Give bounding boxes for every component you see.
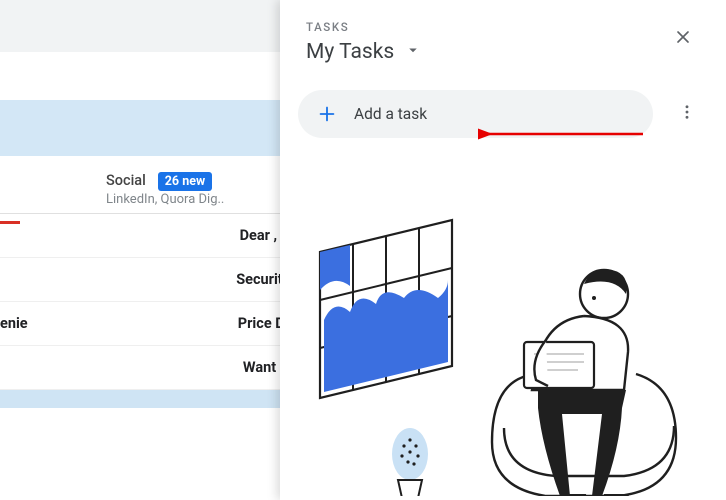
gmail-tab-senders: LinkedIn, Quora Dig.. <box>106 192 224 207</box>
gmail-email-row[interactable]: Security <box>0 258 290 302</box>
tasks-panel-header: TASKS My Tasks <box>280 0 726 72</box>
add-task-label: Add a task <box>354 105 427 123</box>
gmail-tab-badge: 26 new <box>158 172 212 191</box>
gmail-toolbar-strip <box>0 0 290 52</box>
tasks-action-row: Add a task <box>280 72 726 144</box>
gmail-tab-label: Social <box>106 172 146 189</box>
gmail-email-row[interactable]: Want N <box>0 346 290 390</box>
gmail-email-subject: Want N <box>39 359 290 376</box>
gmail-highlight-strip <box>0 100 290 156</box>
gmail-background: Social 26 new LinkedIn, Quora Dig.. Dear… <box>0 0 290 500</box>
gmail-tab-active-indicator <box>0 221 20 224</box>
more-menu-button[interactable] <box>667 94 707 134</box>
chevron-down-icon <box>404 41 422 63</box>
plus-icon <box>316 103 338 125</box>
tasks-list-name: My Tasks <box>306 40 394 64</box>
more-vertical-icon <box>678 103 696 125</box>
gmail-highlight-strip <box>0 390 290 408</box>
gmail-spacer <box>0 52 290 100</box>
gmail-email-subject: Security <box>32 271 290 288</box>
tasks-list-selector[interactable]: My Tasks <box>306 40 702 64</box>
gmail-email-row[interactable]: enie Price Dr <box>0 302 290 346</box>
tasks-kicker-label: TASKS <box>306 20 702 34</box>
gmail-email-subject: Dear , R <box>36 227 290 244</box>
gmail-email-subject: Price Dr <box>68 315 290 332</box>
tasks-empty-illustration <box>300 196 710 496</box>
gmail-email-row[interactable]: Dear , R <box>0 214 290 258</box>
add-task-button[interactable]: Add a task <box>298 90 653 138</box>
close-button[interactable] <box>666 22 700 56</box>
gmail-tab-social[interactable]: Social 26 new LinkedIn, Quora Dig.. <box>0 156 290 214</box>
gmail-email-from: enie <box>0 315 28 332</box>
close-icon <box>673 27 693 51</box>
